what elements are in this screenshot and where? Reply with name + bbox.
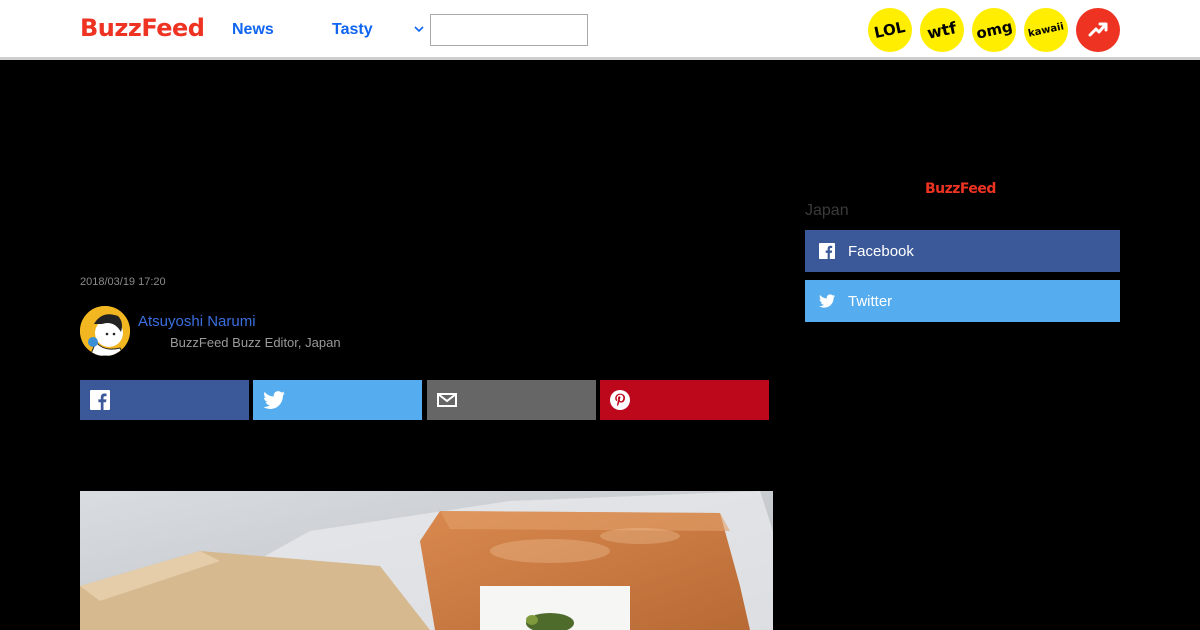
trending-button[interactable] (1076, 8, 1120, 52)
follow-twitter-label: Twitter (848, 292, 893, 310)
sidebar-region-label: Japan (805, 202, 849, 219)
author-avatar[interactable] (80, 306, 130, 356)
twitter-icon (819, 294, 835, 308)
share-twitter-button[interactable] (253, 380, 422, 420)
buzzfeed-logo[interactable]: BuzzFeed (80, 14, 205, 42)
nav-tasty-link[interactable]: Tasty (332, 21, 373, 39)
kawaii-badge-button[interactable]: kawaii (1024, 8, 1068, 52)
twitter-icon (263, 391, 285, 409)
email-icon (437, 393, 457, 407)
nav-news-link[interactable]: News (232, 21, 274, 39)
sidebar-buzzfeed-logo: BuzzFeed (925, 181, 996, 197)
kawaii-badge-label: kawaii (1027, 20, 1065, 40)
follow-facebook-button[interactable]: Facebook (805, 230, 1120, 272)
share-pinterest-button[interactable] (600, 380, 769, 420)
facebook-icon (90, 390, 110, 410)
article-timestamp: 2018/03/19 17:20 (80, 276, 166, 288)
facebook-icon (819, 243, 835, 259)
chevron-down-icon[interactable] (413, 21, 425, 37)
wtf-badge-button[interactable]: wtf (920, 8, 964, 52)
search-input[interactable] (430, 14, 588, 46)
share-email-button[interactable] (427, 380, 596, 420)
follow-facebook-label: Facebook (848, 242, 914, 260)
omg-badge-button[interactable]: omg (972, 8, 1016, 52)
article-hero-image (80, 491, 773, 630)
author-name-link[interactable]: Atsuyoshi Narumi (138, 313, 256, 330)
author-title: BuzzFeed Buzz Editor, Japan (170, 335, 341, 350)
hero-photo (80, 491, 773, 630)
omg-badge-label: omg (974, 17, 1014, 43)
lol-badge-label: LOL (872, 17, 908, 43)
share-facebook-button[interactable] (80, 380, 249, 420)
follow-twitter-button[interactable]: Twitter (805, 280, 1120, 322)
lol-badge-button[interactable]: LOL (868, 8, 912, 52)
pinterest-icon (610, 390, 630, 410)
author-avatar-illustration (80, 306, 130, 356)
trending-arrow-icon (1088, 22, 1108, 37)
site-header: BuzzFeed News Tasty LOL wtf omg kawaii (0, 0, 1200, 60)
wtf-badge-label: wtf (925, 17, 959, 43)
